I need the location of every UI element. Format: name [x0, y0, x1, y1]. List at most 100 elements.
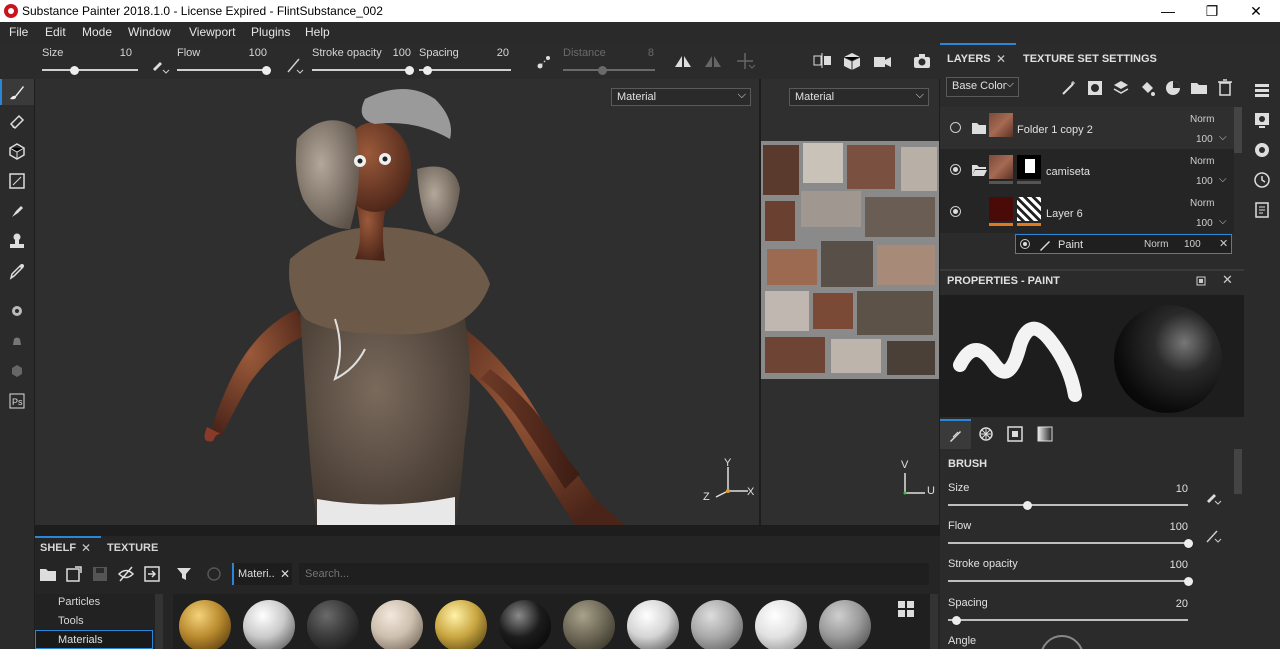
- blend-mode[interactable]: Norm: [1190, 156, 1214, 167]
- material-thumbnail[interactable]: [755, 600, 807, 649]
- chevron-down-icon[interactable]: ⌵: [1219, 174, 1227, 185]
- grid-view-icon[interactable]: [897, 600, 915, 618]
- visibility-toggle[interactable]: [1020, 239, 1030, 249]
- prop-size-slider-handle[interactable]: [1023, 501, 1032, 510]
- material-thumbnail[interactable]: [499, 600, 551, 649]
- prop-stroke-opacity-value[interactable]: 100: [1148, 559, 1188, 571]
- prop-flow-slider[interactable]: [948, 539, 1193, 548]
- viewport-2d-mode-select[interactable]: Material ⌵: [789, 88, 929, 106]
- flow-slider[interactable]: [177, 66, 271, 75]
- distance-value[interactable]: 8: [624, 47, 654, 59]
- material-thumbnail[interactable]: [243, 600, 295, 649]
- layer-row-folder[interactable]: Folder 1 copy 2 Norm 100 ⌵: [940, 107, 1234, 149]
- filter-chip[interactable]: Materi.. ✕: [232, 563, 292, 585]
- layers-scrollbar[interactable]: [1234, 107, 1242, 153]
- 3d-view-cube-icon[interactable]: [842, 51, 864, 73]
- chevron-down-icon[interactable]: ⌵: [1219, 132, 1227, 143]
- menu-viewport[interactable]: Viewport: [189, 25, 235, 39]
- add-layer-icon[interactable]: [1112, 79, 1130, 97]
- add-fill-layer-icon[interactable]: [1138, 79, 1156, 97]
- mask-thumbnail[interactable]: [1017, 155, 1041, 179]
- effect-row-paint[interactable]: Paint Norm 100 ✕: [1015, 234, 1232, 254]
- menu-help[interactable]: Help: [305, 25, 330, 39]
- log-icon[interactable]: [1253, 201, 1271, 219]
- channel-select[interactable]: Base Color ⌵: [946, 77, 1019, 97]
- prop-spacing-slider-handle[interactable]: [952, 616, 961, 625]
- close-shelf-tab-icon[interactable]: ✕: [81, 541, 91, 555]
- close-layers-tab-icon[interactable]: ✕: [996, 52, 1006, 66]
- prop-stroke-opacity-slider[interactable]: [948, 577, 1193, 586]
- flow-value[interactable]: 100: [237, 47, 267, 59]
- flow-slider-handle[interactable]: [262, 66, 271, 75]
- viewport-2d[interactable]: Material ⌵ V U: [761, 79, 939, 525]
- materials-scrollbar[interactable]: [930, 594, 938, 649]
- delete-layer-icon[interactable]: [1216, 78, 1234, 96]
- category-scrollbar[interactable]: [155, 594, 163, 649]
- material-thumbnail[interactable]: [691, 600, 743, 649]
- display-settings-icon[interactable]: [1253, 111, 1271, 129]
- color-picker-button[interactable]: [4, 259, 30, 283]
- remove-effect-icon[interactable]: ✕: [1219, 237, 1228, 250]
- menu-edit[interactable]: Edit: [45, 25, 66, 39]
- prop-spacing-slider[interactable]: [948, 616, 1188, 625]
- mask-thumbnail[interactable]: [1017, 197, 1041, 221]
- visibility-toggle[interactable]: [950, 164, 961, 175]
- filter-icon[interactable]: [176, 566, 192, 582]
- layer-opacity[interactable]: 100: [1196, 134, 1213, 145]
- tab-layers[interactable]: LAYERS: [947, 53, 991, 65]
- prop-spacing-value[interactable]: 20: [1148, 598, 1188, 610]
- menu-mode[interactable]: Mode: [82, 25, 112, 39]
- particle-brush-button[interactable]: [4, 299, 30, 323]
- angle-dial[interactable]: [1040, 635, 1084, 649]
- effect-blend-mode[interactable]: Norm: [1144, 239, 1168, 250]
- eraser-tool-button[interactable]: [4, 109, 30, 133]
- category-tools[interactable]: Tools: [58, 615, 84, 627]
- remove-filter-icon[interactable]: ✕: [280, 567, 290, 581]
- size-slider[interactable]: [42, 66, 138, 75]
- iray-button[interactable]: [4, 359, 30, 383]
- folder-icon[interactable]: [39, 566, 57, 582]
- smudge-tool-button[interactable]: [4, 199, 30, 223]
- material-thumbnail[interactable]: [307, 600, 359, 649]
- blend-mode[interactable]: Norm: [1190, 198, 1214, 209]
- save-icon[interactable]: [91, 565, 109, 583]
- smart-material-icon[interactable]: [1164, 79, 1182, 97]
- new-window-icon[interactable]: [65, 565, 83, 583]
- effect-opacity[interactable]: 100: [1184, 239, 1201, 250]
- reset-filter-icon[interactable]: [206, 566, 222, 582]
- prop-size-slider[interactable]: [948, 501, 1188, 510]
- distance-slider[interactable]: [563, 66, 655, 75]
- visibility-toggle[interactable]: [950, 206, 961, 217]
- import-icon[interactable]: [143, 565, 161, 583]
- spacing-value[interactable]: 20: [479, 47, 509, 59]
- chevron-down-icon[interactable]: ⌵: [1219, 216, 1227, 227]
- tab-texture[interactable]: TEXTURE: [107, 542, 158, 554]
- layer-row-camiseta[interactable]: camiseta Norm 100 ⌵: [940, 149, 1234, 191]
- close-properties-icon[interactable]: ✕: [1222, 272, 1233, 288]
- layer-opacity[interactable]: 100: [1196, 218, 1213, 229]
- clone-tool-button[interactable]: [4, 229, 30, 253]
- history-icon[interactable]: [1253, 171, 1271, 189]
- hide-icon[interactable]: [117, 565, 135, 583]
- brush-pressure-icon[interactable]: [150, 55, 170, 75]
- close-window-button[interactable]: ✕: [1234, 0, 1278, 22]
- category-materials[interactable]: Materials: [35, 630, 153, 649]
- lazy-mouse-icon[interactable]: [535, 53, 553, 71]
- add-mask-icon[interactable]: [1086, 79, 1104, 97]
- size-value[interactable]: 10: [102, 47, 132, 59]
- tab-brush-properties[interactable]: [940, 419, 971, 449]
- screenshot-icon[interactable]: [912, 52, 932, 70]
- symmetry-icon[interactable]: [673, 53, 693, 71]
- add-folder-icon[interactable]: [1190, 79, 1208, 97]
- stencil-tab-icon[interactable]: [1007, 426, 1023, 442]
- stroke-opacity-slider-handle[interactable]: [405, 66, 414, 75]
- layer-opacity[interactable]: 100: [1196, 176, 1213, 187]
- distance-slider-handle[interactable]: [598, 66, 607, 75]
- projection-tool-button[interactable]: [4, 139, 30, 163]
- stroke-opacity-value[interactable]: 100: [381, 47, 411, 59]
- split-view-icon[interactable]: [812, 52, 834, 72]
- material-thumbnail[interactable]: [627, 600, 679, 649]
- menu-window[interactable]: Window: [128, 25, 171, 39]
- symmetry-axis-icon[interactable]: [735, 51, 755, 71]
- stroke-opacity-slider[interactable]: [312, 66, 414, 75]
